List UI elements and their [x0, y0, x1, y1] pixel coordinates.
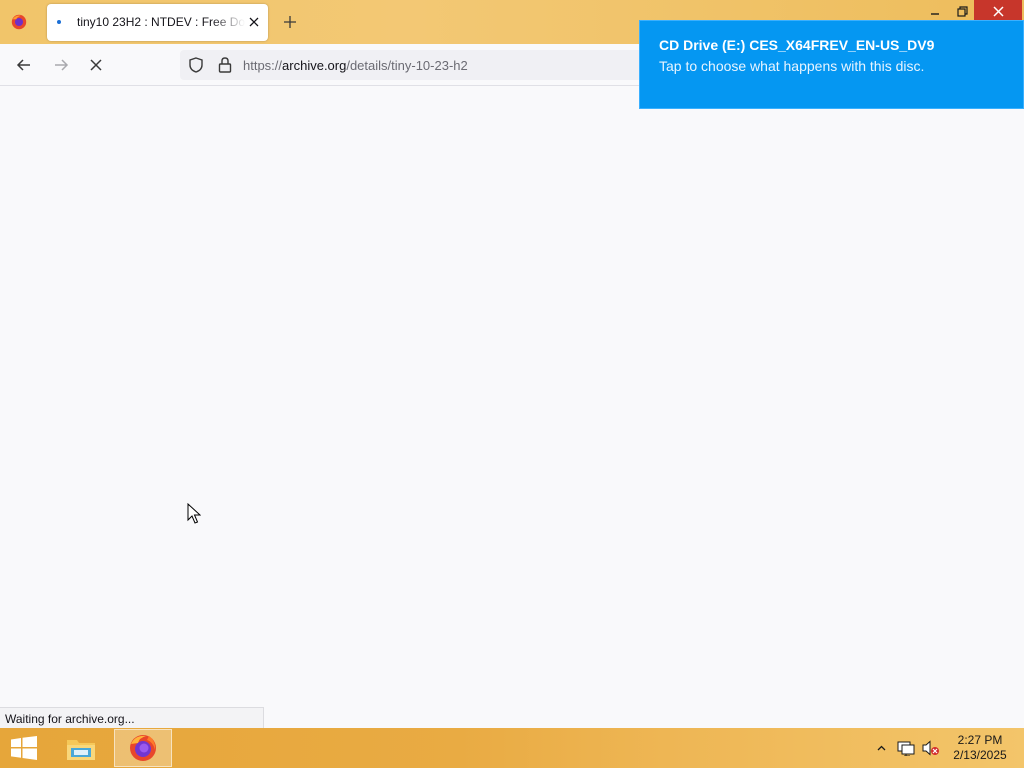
- address-bar[interactable]: https://archive.org/details/tiny-10-23-h…: [180, 50, 650, 80]
- tab-title: tiny10 23H2 : NTDEV : Free Download, Bor…: [77, 15, 245, 29]
- lock-icon[interactable]: [217, 56, 233, 79]
- firefox-icon[interactable]: [8, 11, 30, 33]
- arrow-left-icon[interactable]: [12, 53, 36, 77]
- autoplay-notification[interactable]: CD Drive (E:) CES_X64FREV_EN-US_DV9 Tap …: [639, 20, 1024, 109]
- restore-button[interactable]: [947, 0, 977, 22]
- mouse-pointer-icon: [187, 502, 202, 530]
- clock-date: 2/13/2025: [953, 748, 1007, 762]
- arrow-right-icon[interactable]: [49, 53, 73, 77]
- stop-button[interactable]: [84, 53, 108, 77]
- close-icon[interactable]: [246, 14, 262, 30]
- tab-loading-icon: [57, 20, 61, 24]
- url-host: archive.org: [282, 58, 347, 73]
- volume-muted-icon[interactable]: [920, 728, 942, 768]
- chevron-up-icon[interactable]: [873, 728, 889, 768]
- url-path: /details/tiny-10-23-h2: [346, 58, 468, 73]
- url-scheme: https://: [243, 58, 283, 73]
- system-clock[interactable]: 2:27 PM 2/13/2025: [944, 733, 1016, 763]
- window-close-button[interactable]: [974, 0, 1022, 22]
- notification-body: Tap to choose what happens with this dis…: [659, 58, 925, 74]
- page-content: [0, 86, 1024, 728]
- status-panel: Waiting for archive.org...: [0, 707, 264, 728]
- notification-title: CD Drive (E:) CES_X64FREV_EN-US_DV9: [659, 37, 935, 53]
- network-icon[interactable]: [895, 728, 917, 768]
- clock-time: 2:27 PM: [957, 733, 1003, 747]
- tab-active[interactable]: tiny10 23H2 : NTDEV : Free Download, Bor…: [47, 4, 268, 41]
- shield-icon[interactable]: [188, 57, 204, 78]
- url-text[interactable]: https://archive.org/details/tiny-10-23-h…: [243, 58, 468, 73]
- plus-icon[interactable]: [279, 11, 301, 33]
- windows-start-icon[interactable]: [8, 735, 40, 761]
- status-text: Waiting for archive.org...: [5, 712, 135, 726]
- file-explorer-icon[interactable]: [52, 729, 110, 767]
- taskbar: 2:27 PM 2/13/2025: [0, 728, 1024, 768]
- minimize-button[interactable]: [920, 0, 950, 22]
- firefox-taskbar-icon[interactable]: [114, 729, 172, 767]
